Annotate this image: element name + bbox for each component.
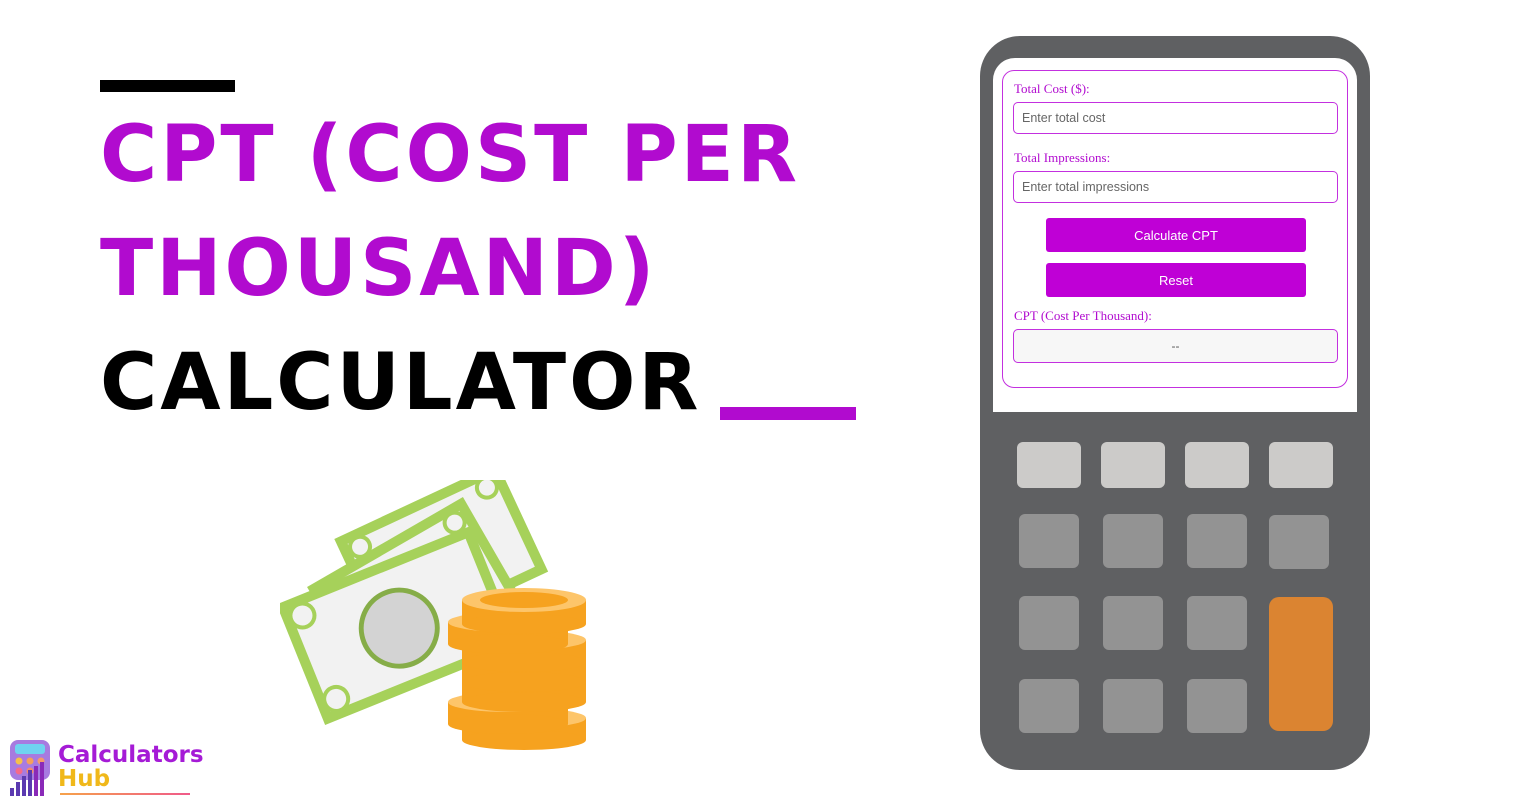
logo-underline [60,793,190,795]
title-line-2: Thousand) [100,224,658,314]
money-bills-and-coins-icon [280,480,586,750]
total-impressions-label: Total Impressions: [1014,150,1111,165]
cpt-calculator-form: Total Cost ($): Total Impressions: Calcu… [1002,70,1348,388]
title-line-1: CPT (Cost Per [100,110,801,200]
calculate-cpt-button[interactable]: Calculate CPT [1046,218,1306,252]
cpt-result-output: -- [1013,329,1338,363]
calculator-equals-key [1269,597,1333,731]
logo-text-hub: Hub [58,766,111,792]
cpt-result-label: CPT (Cost Per Thousand): [1014,308,1152,323]
calculator-key [1187,514,1247,568]
calculator-key [1019,679,1079,733]
calculator-key [1017,442,1081,488]
calculator-chart-logo-icon [10,740,50,796]
calculator-key [1103,596,1163,650]
calculator-key [1185,442,1249,488]
coin-stack [448,588,586,750]
total-cost-label: Total Cost ($): [1014,81,1090,96]
calculator-key [1103,679,1163,733]
calculator-key [1187,596,1247,650]
calculator-key [1019,514,1079,568]
total-cost-input[interactable] [1013,102,1338,134]
calculator-key [1103,514,1163,568]
calculator-key [1269,442,1333,488]
calculator-key [1101,442,1165,488]
reset-button[interactable]: Reset [1046,263,1306,297]
calculator-key [1269,515,1329,569]
total-impressions-input[interactable] [1013,171,1338,203]
calculators-hub-logo[interactable]: Calculators Hub [6,738,204,798]
logo-text-calculators: Calculators [58,742,204,768]
page-title: CPT (Cost Per Thousand) Calculator [100,98,800,440]
calculator-key [1019,596,1079,650]
decorative-bottom-bar [720,407,856,420]
calculator-key [1187,679,1247,733]
title-line-3: Calculator [100,338,702,428]
decorative-top-bar [100,80,235,92]
